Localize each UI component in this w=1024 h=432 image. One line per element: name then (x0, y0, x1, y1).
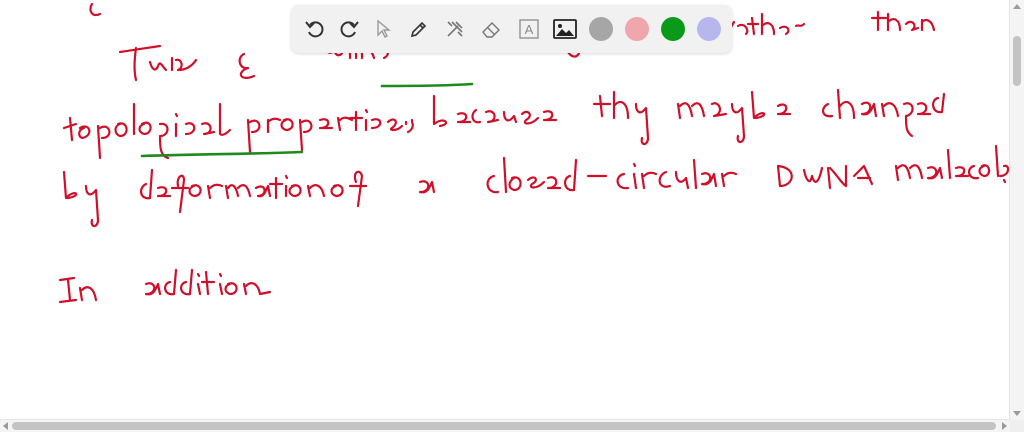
ink-stroke (870, 10, 936, 32)
drawing-toolbar: A (291, 5, 732, 53)
handwriting-layer (58, 2, 1010, 304)
vertical-scroll-thumb[interactable] (1013, 36, 1021, 86)
ink-stroke (822, 88, 946, 138)
ink-stroke (894, 144, 1010, 184)
pink-swatch[interactable] (625, 17, 649, 41)
horizontal-scrollbar[interactable] (0, 419, 1010, 432)
ink-stroke (486, 156, 608, 194)
horizontal-scroll-thumb[interactable] (12, 422, 996, 430)
gray-swatch[interactable] (589, 17, 613, 41)
ink-stroke (418, 180, 436, 194)
ink-stroke (246, 108, 414, 154)
ink-stroke (776, 164, 874, 190)
ink-stroke (89, 2, 102, 17)
scroll-up-icon[interactable] (1013, 4, 1021, 9)
ink-stroke (118, 44, 198, 82)
green-underline (140, 150, 304, 158)
ink-stroke (432, 94, 558, 128)
ink-stroke (238, 52, 256, 79)
scroll-left-icon[interactable] (3, 422, 8, 430)
ink-stroke (144, 268, 272, 296)
scroll-down-icon[interactable] (1013, 411, 1021, 416)
ink-stroke (616, 158, 738, 190)
tools-icon[interactable] (443, 17, 467, 41)
lavender-swatch[interactable] (697, 17, 721, 41)
scroll-right-icon[interactable] (1002, 422, 1007, 430)
svg-text:A: A (525, 22, 534, 37)
text-icon[interactable]: A (517, 17, 541, 41)
ink-stroke (62, 102, 232, 160)
scrollbar-corner (1010, 420, 1024, 432)
eraser-icon[interactable] (479, 17, 503, 41)
ink-stroke (140, 168, 326, 214)
ink-stroke (58, 276, 98, 304)
undo-icon[interactable] (303, 17, 327, 41)
image-icon[interactable] (553, 17, 577, 41)
pen-icon[interactable] (407, 17, 431, 41)
green-swatch[interactable] (661, 17, 685, 41)
pointer-icon[interactable] (371, 17, 395, 41)
vertical-scrollbar[interactable] (1009, 0, 1024, 420)
redo-icon[interactable] (337, 17, 361, 41)
ink-stroke (62, 170, 100, 228)
ink-stroke (330, 170, 368, 208)
green-underline (380, 82, 474, 88)
ink-stroke (719, 12, 806, 36)
whiteboard-canvas[interactable] (0, 0, 1010, 420)
ink-stroke (676, 90, 792, 144)
ink-stroke (592, 90, 650, 146)
